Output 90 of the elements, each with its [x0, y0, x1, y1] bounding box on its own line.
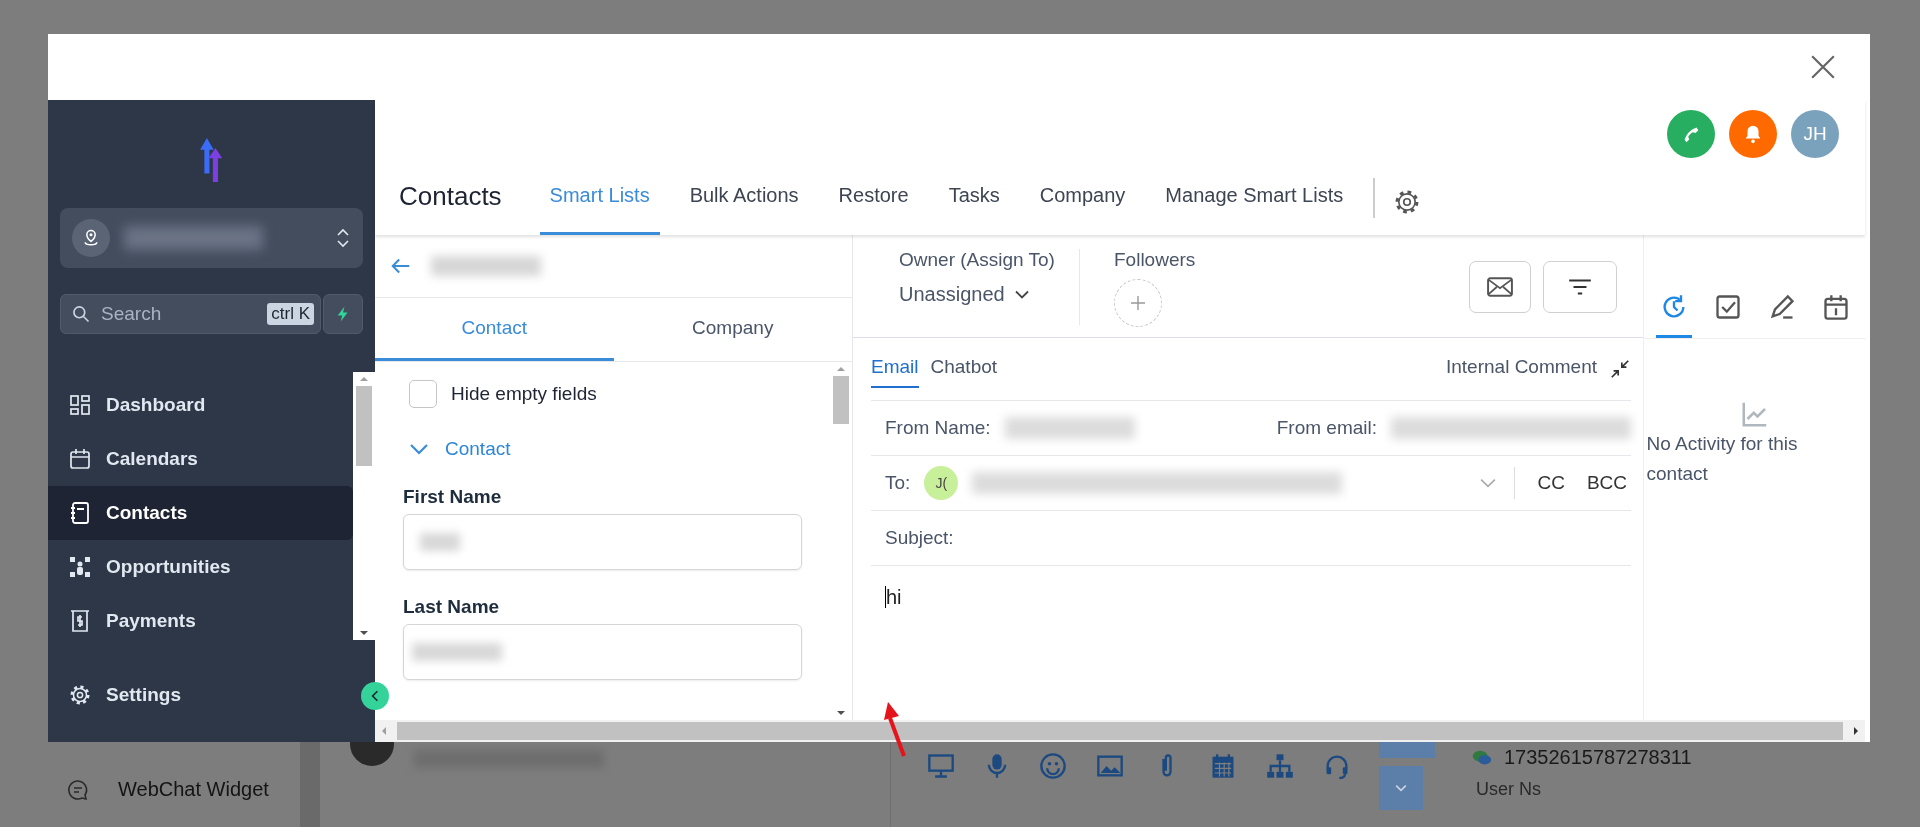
settings-icon — [68, 683, 92, 707]
composer-tab[interactable]: Chatbot — [930, 350, 998, 388]
chevron-down-icon — [1395, 784, 1407, 792]
bcc-link[interactable]: BCC — [1582, 472, 1631, 494]
collapse-button[interactable] — [361, 682, 389, 710]
checkbox-icon — [1714, 293, 1742, 321]
notebook-icon — [68, 501, 92, 525]
nav-item[interactable]: Settings — [48, 668, 375, 722]
chat-icon — [66, 777, 90, 802]
nav-item[interactable]: Contacts — [48, 486, 353, 540]
nav-tab[interactable]: Bulk Actions — [679, 170, 809, 235]
scroll-up-icon[interactable] — [359, 376, 369, 382]
panel-tab[interactable]: Company — [613, 298, 852, 361]
text-field[interactable] — [403, 514, 802, 570]
phone-number: 17352615787278311 — [1504, 746, 1692, 769]
scroll-thumb[interactable] — [397, 722, 1843, 740]
location-pin-icon — [72, 219, 110, 257]
nav-item[interactable]: Opportunities — [48, 540, 353, 594]
search-icon — [71, 304, 91, 324]
dropdown-button[interactable] — [1379, 766, 1423, 810]
scroll-down-icon[interactable] — [836, 710, 846, 716]
filter-button[interactable] — [1543, 261, 1617, 313]
location-switcher[interactable] — [60, 208, 363, 268]
scroll-thumb[interactable] — [833, 376, 849, 424]
chevron-updown-icon — [337, 228, 349, 248]
history-tab[interactable] — [1656, 293, 1692, 338]
nav-tab[interactable]: Restore — [828, 170, 919, 235]
monitor-icon[interactable] — [927, 752, 955, 780]
subject-label: Subject: — [885, 527, 954, 549]
scrollbar[interactable] — [300, 742, 320, 827]
pencil-icon — [1768, 293, 1796, 321]
field-label: Last Name — [403, 596, 501, 618]
scroll-thumb[interactable] — [356, 386, 372, 466]
chevron-left-icon — [371, 690, 379, 702]
chevron-icon[interactable] — [409, 443, 429, 455]
from-email-label: From email: — [1276, 417, 1377, 439]
field-label: User Ns — [1475, 779, 1542, 800]
calendar-icon — [1822, 293, 1850, 321]
phone-button[interactable] — [1667, 110, 1715, 158]
scroll-left-icon[interactable] — [381, 726, 387, 736]
nav-item[interactable]: WebChat Widget — [118, 778, 269, 801]
checkbox-label: Hide empty fields — [451, 383, 597, 405]
scroll-right-icon[interactable] — [1853, 726, 1859, 736]
notification-button[interactable] — [1729, 110, 1777, 158]
empty-message: No Activity for this contact — [1646, 432, 1799, 487]
from-name-label: From Name: — [885, 417, 991, 439]
nav-tab[interactable]: Smart Lists — [539, 170, 660, 235]
plus-icon — [1130, 295, 1146, 311]
checkbox[interactable] — [409, 380, 437, 408]
composer-tab[interactable]: Email — [871, 350, 919, 388]
message-editor[interactable]: hi — [871, 565, 1631, 706]
scrollbar[interactable] — [353, 372, 375, 640]
nav-tab[interactable]: Tasks — [938, 170, 1010, 235]
email-button[interactable] — [1469, 261, 1531, 313]
panel-tab[interactable]: Contact — [375, 298, 614, 361]
nav-item[interactable]: Payments — [48, 594, 353, 648]
quick-action-button[interactable] — [323, 294, 363, 334]
field-label: First Name — [403, 486, 503, 508]
grid-icon — [68, 393, 92, 417]
calendar-icon — [68, 447, 92, 471]
envelope-icon — [1487, 277, 1513, 297]
shortcut-badge: ctrl K — [267, 303, 314, 325]
receipt-icon — [68, 609, 92, 633]
chevron-down-icon — [1014, 290, 1029, 299]
scroll-down-icon[interactable] — [359, 630, 369, 636]
owner-label: Owner (Assign To) — [899, 249, 1056, 271]
filter-icon — [1567, 278, 1593, 296]
recipient-avatar: J( — [924, 466, 959, 500]
scroll-up-icon[interactable] — [836, 366, 846, 372]
nav-tab[interactable]: Manage Smart Lists — [1155, 170, 1354, 235]
owner-dropdown[interactable]: Unassigned — [899, 283, 1079, 306]
chevron-down-icon[interactable] — [1480, 478, 1497, 488]
followers-label: Followers — [1114, 249, 1196, 271]
opportunities-icon — [68, 555, 92, 579]
nav-tab[interactable]: Company — [1029, 170, 1136, 235]
search-input[interactable]: Search — [99, 302, 260, 326]
page-title: Contacts — [399, 180, 502, 213]
hierarchy-icon[interactable] — [1265, 752, 1295, 780]
search-field[interactable]: Search ctrl K — [60, 294, 321, 334]
cc-link[interactable]: CC — [1533, 472, 1569, 494]
composer-tab[interactable]: Internal Comment — [1446, 350, 1597, 388]
section-title[interactable]: Contact — [445, 438, 511, 460]
smiley-icon[interactable] — [1039, 752, 1067, 780]
nav-item[interactable]: Calendars — [48, 432, 353, 486]
close-icon[interactable] — [1810, 54, 1836, 80]
minimize-icon[interactable] — [1609, 358, 1631, 380]
nav-item[interactable]: Dashboard — [48, 378, 353, 432]
scrollbar[interactable] — [375, 720, 1865, 742]
to-label: To: — [885, 472, 911, 494]
text-field[interactable] — [403, 624, 802, 680]
